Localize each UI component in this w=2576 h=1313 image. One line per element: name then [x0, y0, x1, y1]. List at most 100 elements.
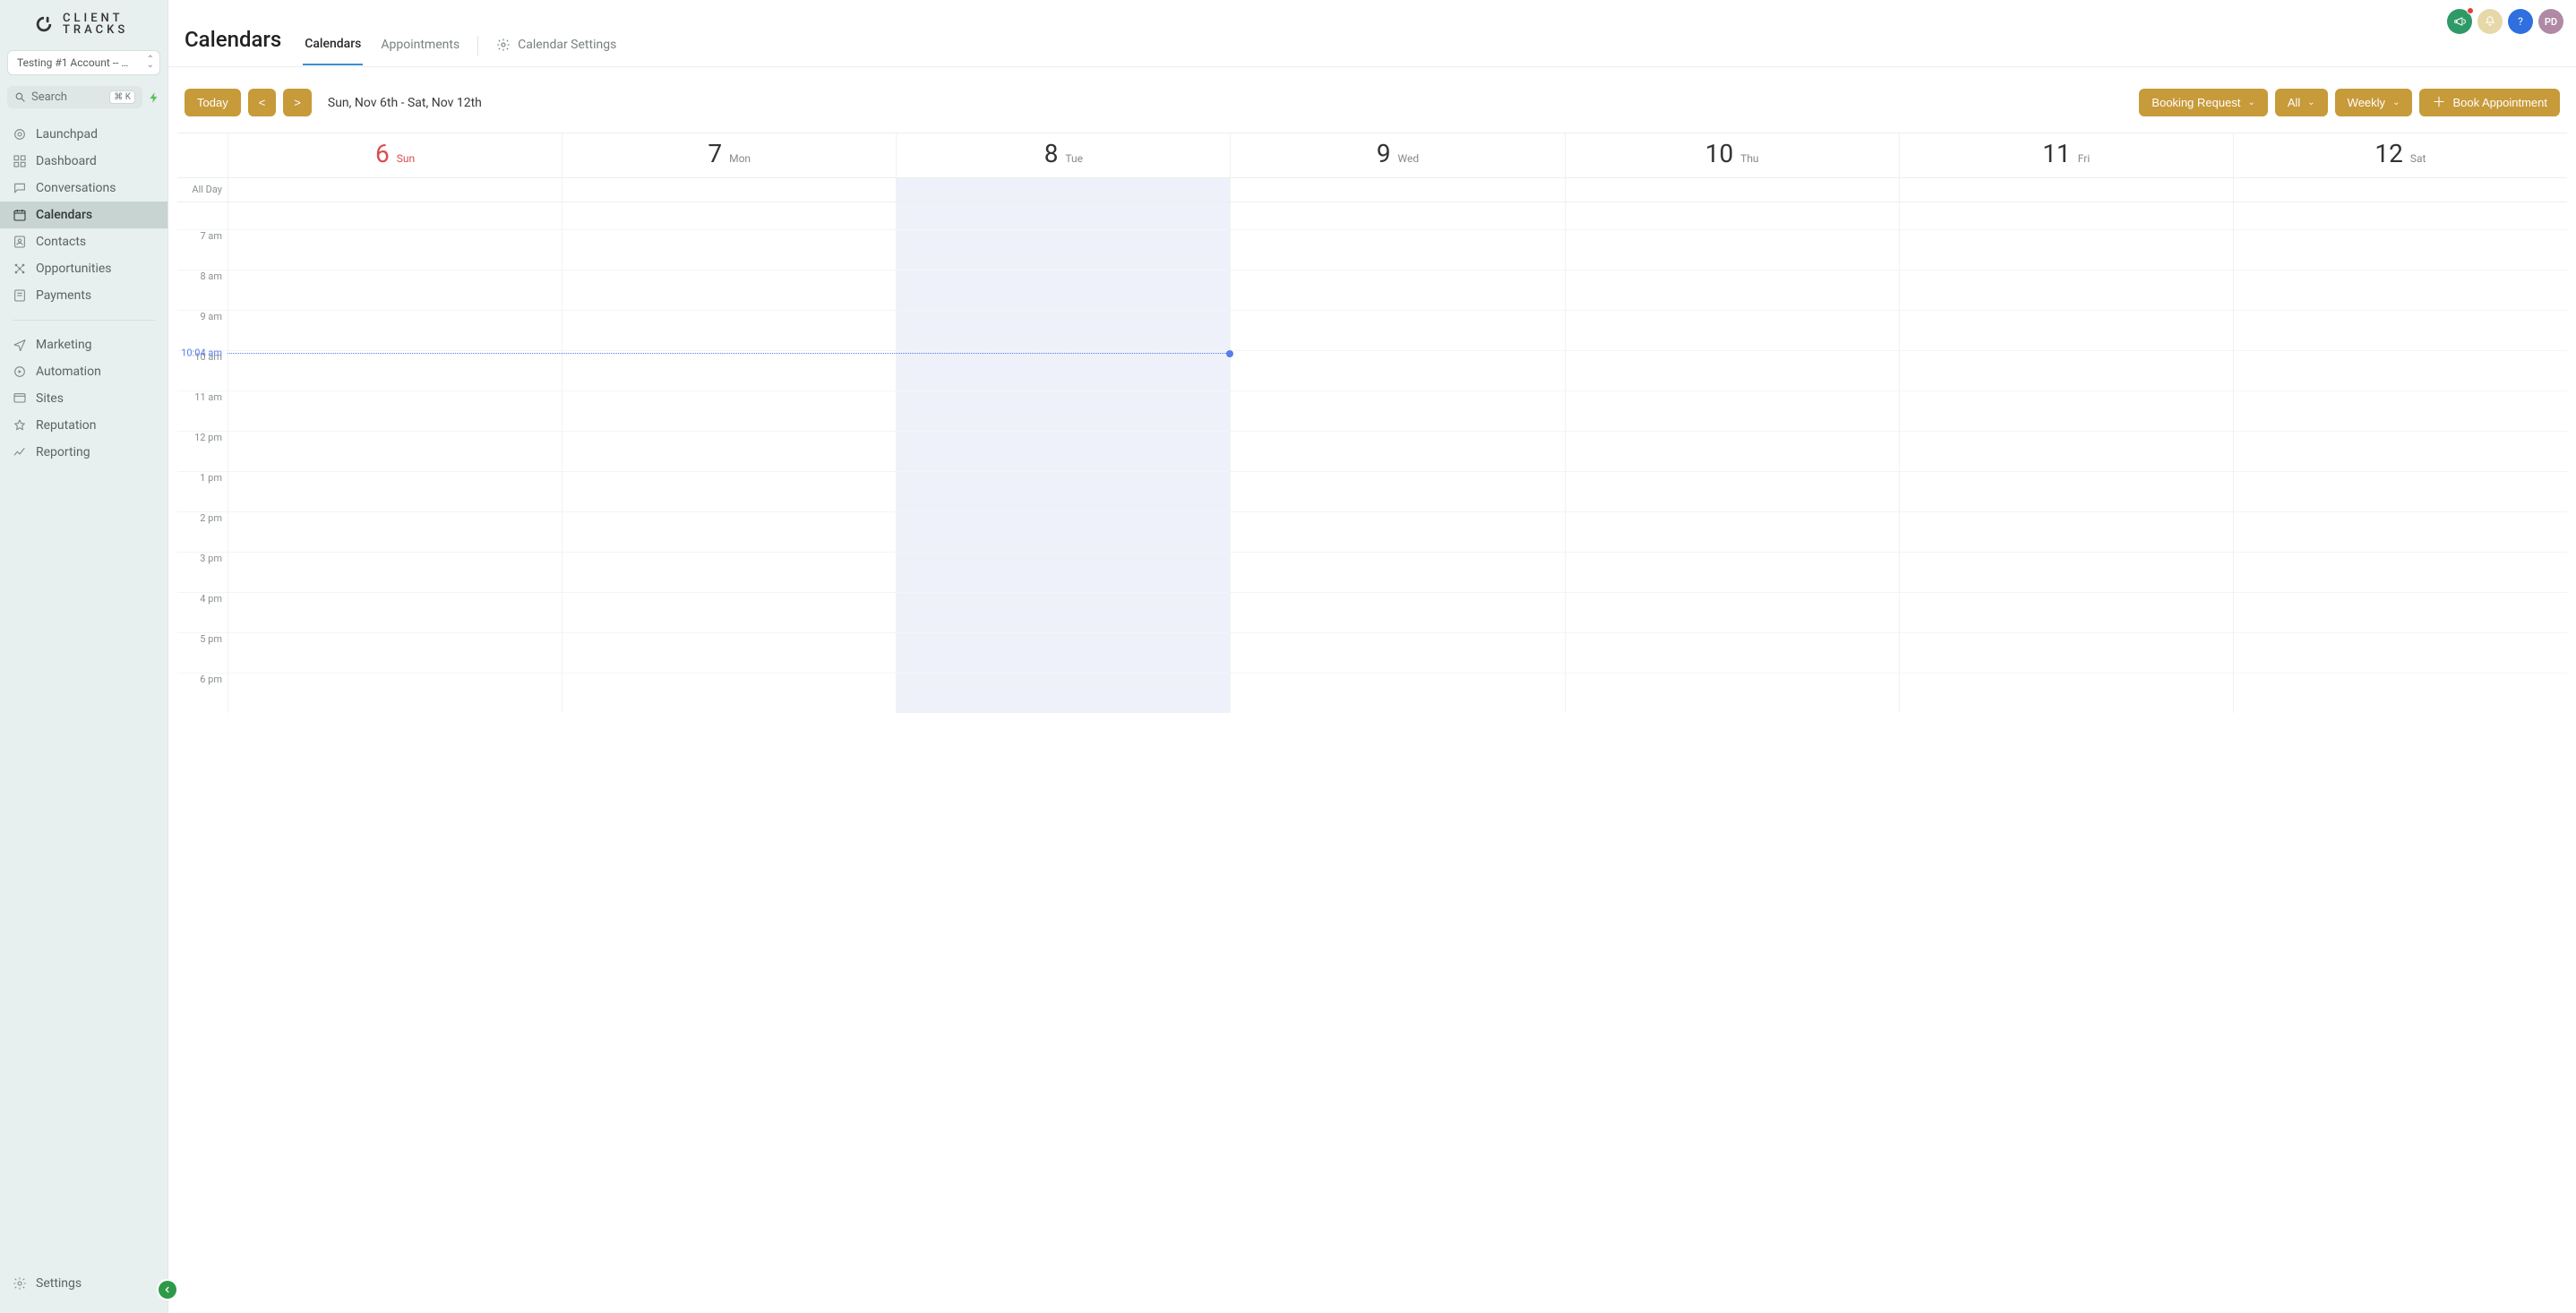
allday-cell[interactable]	[562, 178, 896, 202]
sidebar-item-calendars[interactable]: Calendars	[0, 202, 167, 228]
allday-cell[interactable]	[2233, 178, 2567, 202]
time-slot[interactable]	[1230, 350, 1564, 390]
sidebar-item-settings[interactable]: Settings	[0, 1270, 167, 1297]
sidebar-item-dashboard[interactable]: Dashboard	[0, 148, 167, 175]
tab-calendars[interactable]: Calendars	[303, 37, 363, 65]
time-slot[interactable]	[896, 552, 1230, 592]
time-slot[interactable]	[1230, 310, 1564, 350]
day-header-wed[interactable]: 9 Wed	[1230, 133, 1564, 177]
time-slot[interactable]	[228, 632, 562, 673]
sidebar-item-launchpad[interactable]: Launchpad	[0, 121, 167, 148]
time-slot[interactable]	[2233, 390, 2567, 431]
book-appointment-button[interactable]: ＋ Book Appointment	[2419, 89, 2560, 116]
time-slot[interactable]	[896, 431, 1230, 471]
allday-cell[interactable]	[1899, 178, 2233, 202]
time-slot[interactable]	[228, 390, 562, 431]
time-slot[interactable]	[1565, 270, 1899, 310]
sidebar-item-conversations[interactable]: Conversations	[0, 175, 167, 202]
time-slot[interactable]	[896, 270, 1230, 310]
time-slot[interactable]	[1899, 552, 2233, 592]
time-slot[interactable]	[562, 310, 896, 350]
notifications-button[interactable]	[2477, 9, 2503, 34]
time-slot[interactable]	[562, 592, 896, 632]
time-slot[interactable]	[562, 229, 896, 270]
time-slot[interactable]	[2233, 471, 2567, 511]
day-header-fri[interactable]: 11 Fri	[1899, 133, 2233, 177]
time-slot[interactable]	[562, 552, 896, 592]
time-slot[interactable]	[1899, 673, 2233, 713]
bolt-icon[interactable]	[148, 91, 160, 104]
time-slot[interactable]	[1230, 431, 1564, 471]
view-weekly-dropdown[interactable]: Weekly ⌄	[2335, 89, 2413, 116]
time-slot[interactable]	[1230, 229, 1564, 270]
time-slot[interactable]	[2233, 673, 2567, 713]
time-slot[interactable]	[1565, 350, 1899, 390]
time-slot[interactable]	[1230, 471, 1564, 511]
time-slot[interactable]	[2233, 632, 2567, 673]
day-header-tue[interactable]: 8 Tue	[896, 133, 1230, 177]
time-slot[interactable]	[1899, 471, 2233, 511]
day-header-thu[interactable]: 10 Thu	[1565, 133, 1899, 177]
time-slot[interactable]	[2233, 350, 2567, 390]
sidebar-item-reputation[interactable]: Reputation	[0, 412, 167, 439]
time-slot[interactable]	[1230, 202, 1564, 229]
time-slot[interactable]	[562, 632, 896, 673]
today-button[interactable]: Today	[185, 89, 241, 116]
search-input[interactable]: Search ⌘ K	[7, 86, 142, 108]
time-slot[interactable]	[1230, 673, 1564, 713]
day-header-mon[interactable]: 7 Mon	[562, 133, 896, 177]
time-slot[interactable]	[1565, 471, 1899, 511]
time-slot[interactable]	[1899, 390, 2233, 431]
time-slot[interactable]	[896, 350, 1230, 390]
allday-cell[interactable]	[1565, 178, 1899, 202]
day-header-sat[interactable]: 12 Sat	[2233, 133, 2567, 177]
time-slot[interactable]	[562, 471, 896, 511]
time-slot[interactable]	[1899, 202, 2233, 229]
time-slot[interactable]	[1899, 270, 2233, 310]
time-slot[interactable]	[228, 270, 562, 310]
time-slot[interactable]	[562, 202, 896, 229]
time-slot[interactable]	[2233, 552, 2567, 592]
day-header-sun[interactable]: 6 Sun	[228, 133, 562, 177]
time-slot[interactable]	[1899, 229, 2233, 270]
time-slot[interactable]	[2233, 229, 2567, 270]
tab-calendar-settings[interactable]: Calendar Settings	[494, 38, 618, 64]
sidebar-item-sites[interactable]: Sites	[0, 385, 167, 412]
tab-appointments[interactable]: Appointments	[379, 38, 461, 64]
sidebar-item-opportunities[interactable]: Opportunities	[0, 255, 167, 282]
time-slot[interactable]	[896, 229, 1230, 270]
filter-all-dropdown[interactable]: All ⌄	[2275, 89, 2328, 116]
allday-cell[interactable]	[228, 178, 562, 202]
sidebar-item-automation[interactable]: Automation	[0, 358, 167, 385]
time-slot[interactable]	[2233, 431, 2567, 471]
time-slot[interactable]	[228, 310, 562, 350]
time-slot[interactable]	[228, 673, 562, 713]
time-slot[interactable]	[1899, 511, 2233, 552]
time-slot[interactable]	[1230, 632, 1564, 673]
time-slot[interactable]	[1230, 270, 1564, 310]
time-slot[interactable]	[1565, 511, 1899, 552]
announcements-button[interactable]	[2447, 9, 2472, 34]
sidebar-item-marketing[interactable]: Marketing	[0, 331, 167, 358]
time-slot[interactable]	[228, 511, 562, 552]
time-slot[interactable]	[228, 431, 562, 471]
time-slot[interactable]	[1565, 552, 1899, 592]
time-slot[interactable]	[1899, 310, 2233, 350]
allday-cell[interactable]	[1230, 178, 1564, 202]
time-slot[interactable]	[1230, 390, 1564, 431]
time-slot[interactable]	[896, 673, 1230, 713]
time-slot[interactable]	[896, 471, 1230, 511]
time-slot[interactable]	[562, 390, 896, 431]
time-slot[interactable]	[2233, 592, 2567, 632]
time-slot[interactable]	[1899, 431, 2233, 471]
allday-cell[interactable]	[896, 178, 1230, 202]
time-grid[interactable]: 7 am8 am9 am10 am11 am12 pm1 pm2 pm3 pm4…	[177, 202, 2567, 713]
time-slot[interactable]	[228, 552, 562, 592]
time-slot[interactable]	[1565, 431, 1899, 471]
time-slot[interactable]	[896, 310, 1230, 350]
sidebar-item-contacts[interactable]: Contacts	[0, 228, 167, 255]
time-slot[interactable]	[896, 632, 1230, 673]
time-slot[interactable]	[2233, 270, 2567, 310]
sidebar-item-reporting[interactable]: Reporting	[0, 439, 167, 466]
booking-request-dropdown[interactable]: Booking Request ⌄	[2139, 89, 2267, 116]
